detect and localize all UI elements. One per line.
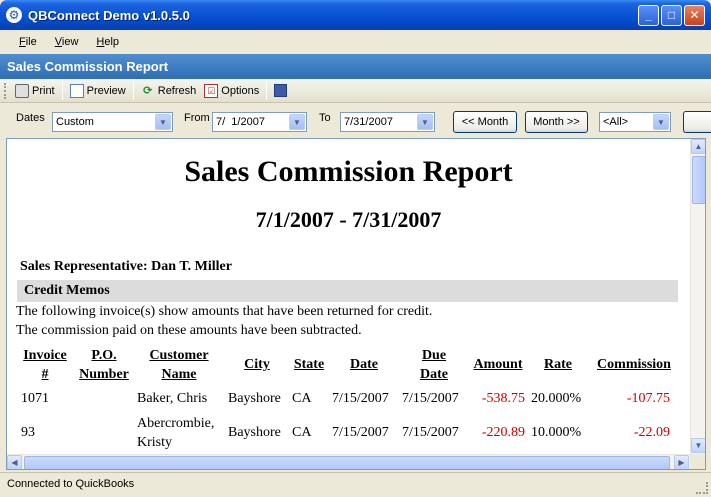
sales-rep-line: Sales Representative: Dan T. Miller <box>20 259 232 275</box>
printer-icon <box>15 83 29 98</box>
print-button[interactable]: Print <box>11 81 59 101</box>
title-bar: ⚙ QBConnect Demo v1.0.5.0 _ □ ✕ <box>0 0 711 30</box>
to-date-picker[interactable]: 7/31/2007 ▼ <box>340 112 435 132</box>
customer-cell-continued: Kristy <box>137 435 172 450</box>
refresh-button[interactable]: ⟳ Refresh <box>137 81 201 101</box>
customer-cell: Abercrombie, <box>137 416 215 431</box>
report-document: Sales Commission Report 7/1/2007 - 7/31/… <box>7 139 690 454</box>
minimize-button[interactable]: _ <box>638 5 659 26</box>
dates-label: Dates <box>16 112 45 124</box>
scroll-right-icon[interactable]: ▶ <box>674 455 689 469</box>
scroll-down-icon[interactable]: ▼ <box>691 438 705 453</box>
resize-grip[interactable] <box>696 482 708 494</box>
rate-cell: 20.000% <box>531 391 582 406</box>
report-header: Sales Commission Report <box>0 54 711 79</box>
chevron-down-icon[interactable]: ▼ <box>417 114 433 130</box>
filter-bar: Dates Custom ▼ From 7/ 1/2007 ▼ To 7/31/… <box>0 104 711 138</box>
menu-help[interactable]: Help <box>87 36 128 48</box>
date-cell: 7/15/2007 <box>332 425 389 440</box>
report-title: Sales Commission Report <box>184 155 513 188</box>
save-button[interactable] <box>270 81 294 101</box>
state-cell: CA <box>292 425 312 440</box>
date-cell: 7/15/2007 <box>332 391 389 406</box>
floppy-disk-icon <box>274 84 288 97</box>
city-cell: Bayshore <box>228 391 281 406</box>
from-label: From <box>184 112 210 124</box>
toolbar: Print Preview ⟳ Refresh ☑ Options <box>0 79 711 103</box>
chevron-down-icon[interactable]: ▼ <box>155 114 171 130</box>
options-icon: ☑ <box>204 83 219 98</box>
column-header-rate[interactable]: Rate <box>535 355 581 374</box>
toolbar-separator <box>132 81 134 100</box>
sales-rep-name: Dan T. Miller <box>151 259 232 274</box>
commission-cell: -22.09 <box>633 425 670 440</box>
status-text: Connected to QuickBooks <box>7 478 135 490</box>
gear-icon[interactable]: ⚙ <box>6 7 22 23</box>
report-viewer: Sales Commission Report 7/1/2007 - 7/31/… <box>6 138 706 470</box>
status-bar: Connected to QuickBooks <box>0 472 711 497</box>
commission-cell: -107.75 <box>626 391 670 406</box>
preview-button[interactable]: Preview <box>66 81 130 101</box>
chevron-down-icon[interactable]: ▼ <box>289 114 305 130</box>
due-date-cell: 7/15/2007 <box>402 391 459 406</box>
report-date-range: 7/1/2007 - 7/31/2007 <box>255 207 442 232</box>
from-date-picker[interactable]: 7/ 1/2007 ▼ <box>212 112 307 132</box>
next-month-button[interactable]: Month >> <box>525 111 588 133</box>
vertical-scroll-thumb[interactable] <box>692 156 705 204</box>
scrollbar-corner <box>690 454 705 469</box>
amount-cell: -220.89 <box>481 425 525 440</box>
menu-file[interactable]: File <box>10 36 46 48</box>
column-header-po-number[interactable]: P.O. Number <box>75 346 133 384</box>
toolbar-separator <box>266 81 268 100</box>
column-header-city[interactable]: City <box>227 355 287 374</box>
invoice-cell: 1071 <box>21 391 49 406</box>
menu-bar: File View Help <box>0 30 711 54</box>
due-date-cell: 7/15/2007 <box>402 425 459 440</box>
column-header-invoice[interactable]: Invoice # <box>17 346 73 384</box>
close-button[interactable]: ✕ <box>684 5 705 26</box>
chevron-down-icon[interactable]: ▼ <box>653 114 669 130</box>
horizontal-scrollbar[interactable]: ◀ ▶ <box>7 454 690 469</box>
section-header: Credit Memos <box>17 280 678 302</box>
column-header-state[interactable]: State <box>289 355 329 374</box>
extra-button[interactable] <box>683 111 711 133</box>
dates-select[interactable]: Custom ▼ <box>52 112 173 132</box>
state-cell: CA <box>292 391 312 406</box>
refresh-icon: ⟳ <box>143 84 153 97</box>
preview-icon <box>69 83 84 98</box>
amount-cell: -538.75 <box>481 391 525 406</box>
horizontal-scroll-thumb[interactable] <box>24 456 670 469</box>
to-label: To <box>319 112 331 124</box>
column-header-amount[interactable]: Amount <box>469 355 527 374</box>
toolbar-grip[interactable] <box>4 82 7 99</box>
city-cell: Bayshore <box>228 425 281 440</box>
customer-cell: Baker, Chris <box>137 391 208 406</box>
rate-cell: 10.000% <box>531 425 582 440</box>
column-header-date[interactable]: Date <box>333 355 395 374</box>
column-header-commission[interactable]: Commission <box>591 355 677 374</box>
scroll-up-icon[interactable]: ▲ <box>691 139 705 154</box>
column-header-due-date[interactable]: Due Date <box>401 346 467 384</box>
section-note: The commission paid on these amounts hav… <box>16 323 362 338</box>
column-header-customer-name[interactable]: Customer Name <box>139 346 219 384</box>
maximize-button[interactable]: □ <box>661 5 682 26</box>
scroll-left-icon[interactable]: ◀ <box>7 455 22 469</box>
window-title: QBConnect Demo v1.0.5.0 <box>28 7 190 23</box>
menu-view[interactable]: View <box>46 36 88 48</box>
options-button[interactable]: ☑ Options <box>200 81 263 101</box>
toolbar-separator <box>61 81 63 100</box>
invoice-cell: 93 <box>21 425 35 440</box>
section-note: The following invoice(s) show amounts th… <box>16 304 433 319</box>
vertical-scrollbar[interactable]: ▲ ▼ <box>690 139 705 454</box>
prev-month-button[interactable]: << Month <box>453 111 517 133</box>
sales-rep-label: Sales Representative: <box>20 259 148 274</box>
rep-filter-select[interactable]: <All> ▼ <box>599 112 671 132</box>
